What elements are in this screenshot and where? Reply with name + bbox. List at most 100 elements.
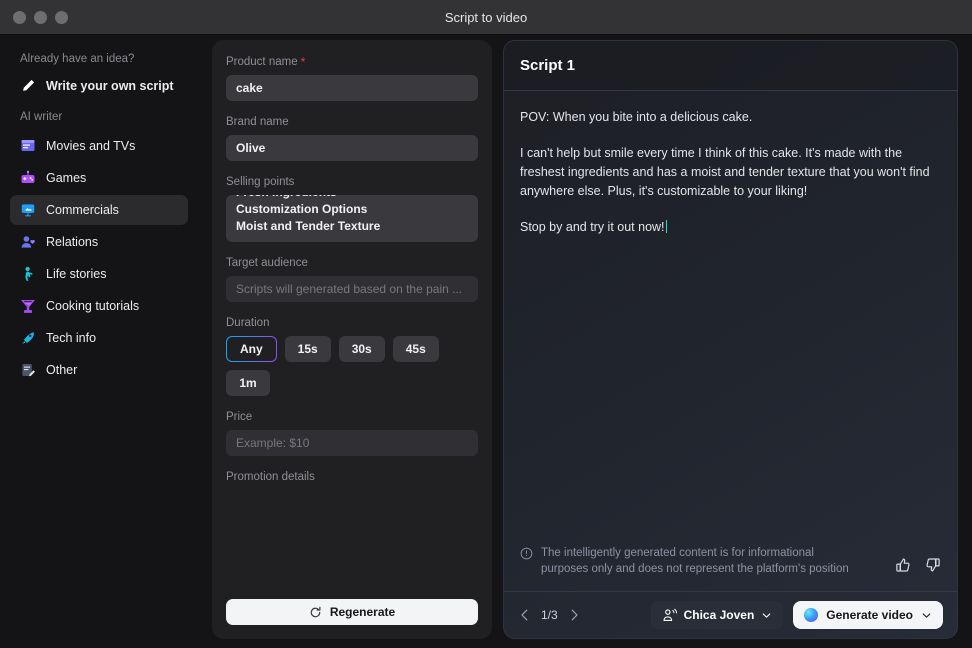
- script-header: Script 1: [504, 41, 957, 91]
- sidebar-item-label: Games: [46, 171, 87, 185]
- target-audience-input[interactable]: Scripts will generated based on the pain…: [226, 276, 478, 302]
- script-form-panel: Product name * cake Brand name Olive Sel…: [212, 40, 492, 639]
- page-indicator: 1/3: [541, 608, 558, 622]
- chevron-down-icon: [921, 610, 932, 621]
- sidebar-item-other[interactable]: Other: [10, 355, 188, 385]
- duration-option-any[interactable]: Any: [226, 336, 277, 362]
- sidebar-item-write-your-own-script[interactable]: Write your own script: [10, 71, 188, 101]
- duration-options: Any 15s 30s 45s 1m: [226, 336, 478, 396]
- app-body: Already have an idea? Write your own scr…: [0, 35, 972, 648]
- thumbs-down-icon[interactable]: [925, 557, 941, 573]
- selling-point-line: Moist and Tender Texture: [236, 219, 381, 233]
- pencil-icon: [20, 78, 36, 94]
- gradient-orb-icon: [804, 608, 819, 622]
- close-button[interactable]: [13, 10, 26, 24]
- chevron-down-icon: [761, 610, 772, 621]
- field-selling-points: Selling points Fresh Ingredients Customi…: [226, 176, 478, 242]
- field-brand-name: Brand name Olive: [226, 116, 478, 161]
- clapperboard-icon: [20, 138, 36, 154]
- duration-label: Duration: [226, 317, 270, 329]
- sidebar-ai-caption: AI writer: [20, 111, 63, 123]
- sidebar-item-commercials[interactable]: Commercials: [10, 195, 188, 225]
- script-body[interactable]: POV: When you bite into a delicious cake…: [504, 91, 957, 541]
- sidebar-item-label: Relations: [46, 235, 99, 249]
- cocktail-glass-icon: [20, 298, 36, 314]
- generate-video-button[interactable]: Generate video: [793, 601, 943, 629]
- traffic-lights: [0, 10, 68, 24]
- price-input[interactable]: Example: $10: [226, 430, 478, 456]
- voice-person-icon: [662, 608, 677, 623]
- sidebar-item-label: Cooking tutorials: [46, 299, 140, 313]
- duration-option-1m[interactable]: 1m: [226, 370, 270, 396]
- generate-video-label: Generate video: [826, 608, 913, 622]
- title-bar: Script to video: [0, 0, 972, 35]
- script-pagination: 1/3: [518, 608, 581, 622]
- sidebar-item-label: Tech info: [46, 331, 97, 345]
- selling-points-textarea[interactable]: Fresh Ingredients Customization Options …: [226, 195, 478, 242]
- sidebar-item-label: Movies and TVs: [46, 139, 136, 153]
- refresh-icon: [309, 606, 322, 619]
- required-marker: *: [300, 55, 306, 69]
- field-duration: Duration Any 15s 30s 45s 1m: [226, 317, 478, 396]
- script-paragraph-text: Stop by and try it out now!: [520, 220, 665, 234]
- chevron-left-icon[interactable]: [518, 608, 532, 622]
- minimize-button[interactable]: [34, 10, 47, 24]
- sidebar: Already have an idea? Write your own scr…: [0, 35, 198, 648]
- script-preview-panel: Script 1 POV: When you bite into a delic…: [503, 40, 958, 639]
- selling-points-label: Selling points: [226, 176, 295, 188]
- promotion-details-label: Promotion details: [226, 471, 315, 483]
- regenerate-button[interactable]: Regenerate: [226, 599, 478, 625]
- regenerate-label: Regenerate: [329, 605, 396, 619]
- voice-selector-button[interactable]: Chica Joven: [650, 601, 784, 629]
- game-robot-icon: [20, 170, 36, 186]
- sidebar-item-relations[interactable]: Relations: [10, 227, 188, 257]
- person-heart-icon: [20, 234, 36, 250]
- presentation-screen-icon: [20, 202, 36, 218]
- duration-option-30s[interactable]: 30s: [338, 336, 385, 362]
- target-audience-label: Target audience: [226, 257, 308, 269]
- sidebar-item-games[interactable]: Games: [10, 163, 188, 193]
- chevron-right-icon[interactable]: [567, 608, 581, 622]
- product-name-input[interactable]: cake: [226, 75, 478, 101]
- sidebar-item-label: Write your own script: [46, 79, 174, 93]
- feedback-controls: [895, 545, 941, 573]
- sidebar-ai-list: Movies and TVs Games Commercials Relatio…: [10, 131, 188, 387]
- selling-points-content: Fresh Ingredients Customization Options …: [236, 195, 468, 235]
- selling-point-line: Customization Options: [236, 202, 368, 216]
- person-walking-icon: [20, 266, 36, 282]
- document-edit-icon: [20, 362, 36, 378]
- price-label: Price: [226, 411, 253, 423]
- sidebar-item-tech-info[interactable]: Tech info: [10, 323, 188, 353]
- duration-option-45s[interactable]: 45s: [392, 336, 439, 362]
- field-target-audience: Target audience Scripts will generated b…: [226, 257, 478, 302]
- script-paragraph: I can't help but smile every time I thin…: [520, 146, 930, 198]
- thumbs-up-icon[interactable]: [895, 557, 911, 573]
- sidebar-item-cooking-tutorials[interactable]: Cooking tutorials: [10, 291, 188, 321]
- brand-name-label: Brand name: [226, 116, 289, 128]
- script-paragraph: POV: When you bite into a delicious cake…: [520, 110, 753, 124]
- duration-option-15s[interactable]: 15s: [284, 336, 331, 362]
- info-circle-icon: [520, 547, 533, 560]
- disclaimer-text: The intelligently generated content is f…: [541, 547, 849, 575]
- brand-name-input[interactable]: Olive: [226, 135, 478, 161]
- rocket-icon: [20, 330, 36, 346]
- sidebar-item-life-stories[interactable]: Life stories: [10, 259, 188, 289]
- disclaimer-row: The intelligently generated content is f…: [504, 541, 957, 592]
- sidebar-item-label: Commercials: [46, 203, 119, 217]
- sidebar-idea-caption: Already have an idea?: [20, 53, 135, 65]
- app-window: Script to video Already have an idea? Wr…: [0, 0, 972, 648]
- field-price: Price Example: $10: [226, 411, 478, 456]
- script-paragraph-last: Stop by and try it out now!: [520, 218, 941, 237]
- field-promotion-details: Promotion details: [226, 471, 478, 490]
- product-name-label: Product name *: [226, 56, 478, 68]
- script-title: Script 1: [520, 57, 576, 74]
- window-title: Script to video: [444, 9, 528, 25]
- sidebar-item-movies-and-tvs[interactable]: Movies and TVs: [10, 131, 188, 161]
- label-text: Product name: [226, 56, 298, 68]
- voice-label: Chica Joven: [683, 608, 755, 622]
- text-cursor: [665, 220, 667, 233]
- sidebar-item-label: Life stories: [46, 267, 107, 281]
- zoom-button[interactable]: [55, 10, 68, 24]
- sidebar-item-label: Other: [46, 363, 78, 377]
- field-product-name: Product name * cake: [226, 56, 478, 101]
